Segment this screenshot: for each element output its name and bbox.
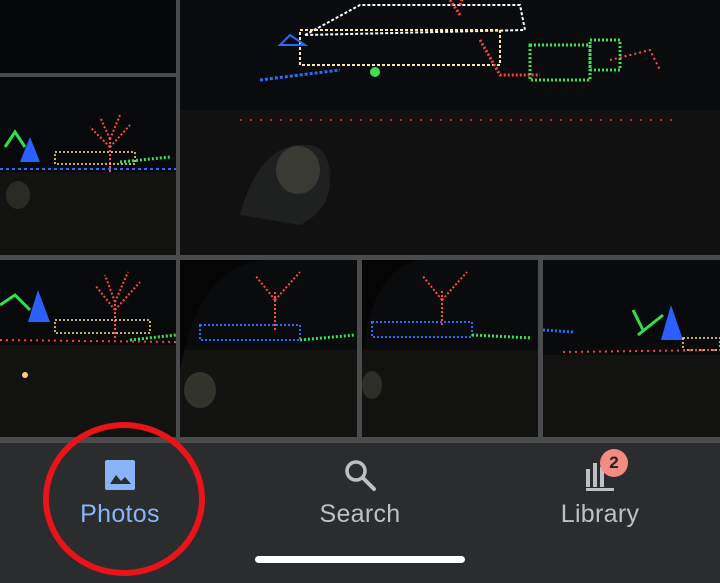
photo-icon	[105, 460, 135, 490]
photo-thumbnail[interactable]	[180, 0, 720, 255]
tab-photos-label: Photos	[80, 500, 160, 528]
tab-search-label: Search	[319, 500, 401, 528]
tab-library-label: Library	[560, 500, 640, 528]
photo-image	[0, 260, 176, 437]
photo-thumbnail[interactable]	[0, 77, 176, 255]
photo-thumbnail[interactable]	[180, 260, 357, 437]
photo-thumbnail[interactable]	[362, 260, 538, 437]
tab-photos[interactable]: Photos	[0, 443, 240, 553]
photo-image	[543, 260, 720, 437]
search-icon	[345, 460, 376, 491]
photo-image	[180, 0, 720, 255]
photo-thumbnail[interactable]	[0, 260, 176, 437]
photo-image	[180, 260, 357, 437]
home-indicator[interactable]	[255, 556, 465, 563]
library-notification-badge: 2	[600, 449, 628, 477]
photo-grid	[0, 0, 720, 443]
photo-thumbnail[interactable]	[543, 260, 720, 437]
photo-image	[0, 0, 176, 73]
photo-thumbnail[interactable]	[0, 0, 176, 73]
photo-image	[0, 77, 176, 255]
photo-image	[362, 260, 538, 437]
tab-search[interactable]: Search	[240, 443, 480, 553]
